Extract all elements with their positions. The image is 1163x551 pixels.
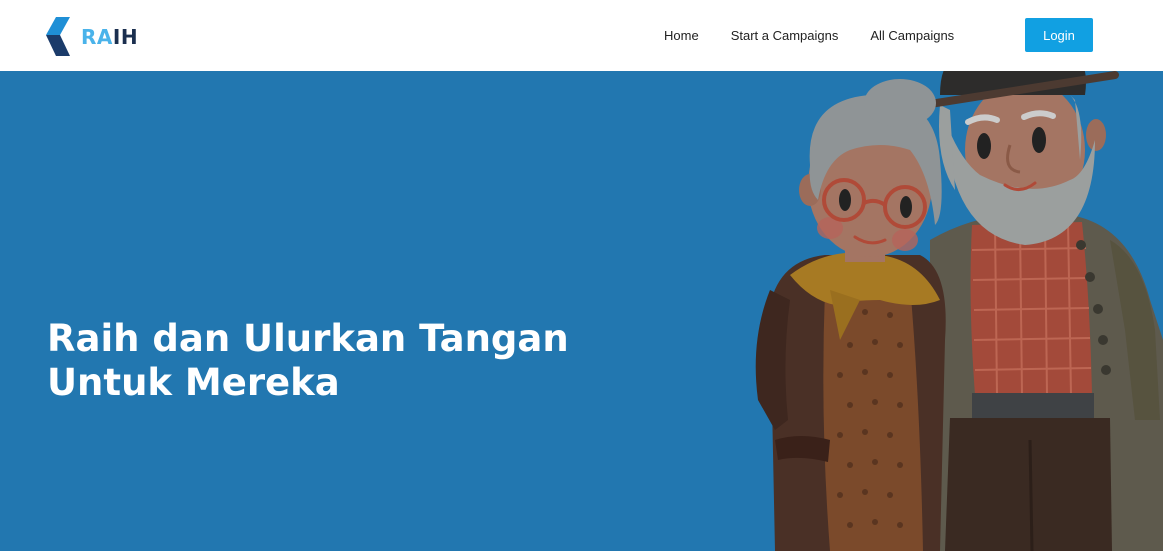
page: RAIH Home Start a Campaigns All Campaign… xyxy=(0,0,1163,551)
nav-home-link[interactable]: Home xyxy=(664,28,699,43)
brand-name: RAIH xyxy=(81,27,138,47)
hero-title-line-1: Raih dan Ulurkan Tangan xyxy=(47,317,569,360)
hero-title: Raih dan Ulurkan Tangan Untuk Mereka xyxy=(47,317,607,405)
raih-logo-icon xyxy=(46,17,70,56)
main-nav: Home Start a Campaigns All Campaigns xyxy=(650,0,986,71)
brand-logo-link[interactable]: RAIH xyxy=(46,17,138,57)
brand-name-ra: RA xyxy=(81,25,113,49)
hero-section: Raih dan Ulurkan Tangan Untuk Mereka xyxy=(0,71,1163,551)
navbar: RAIH Home Start a Campaigns All Campaign… xyxy=(0,0,1163,71)
nav-start-campaign-link[interactable]: Start a Campaigns xyxy=(731,28,839,43)
hero-title-line-2: Untuk Mereka xyxy=(47,361,340,404)
nav-all-campaigns-link[interactable]: All Campaigns xyxy=(870,28,954,43)
brand-name-ih: IH xyxy=(112,25,139,49)
elderly-couple-illustration xyxy=(755,71,1163,551)
login-button[interactable]: Login xyxy=(1025,18,1093,52)
